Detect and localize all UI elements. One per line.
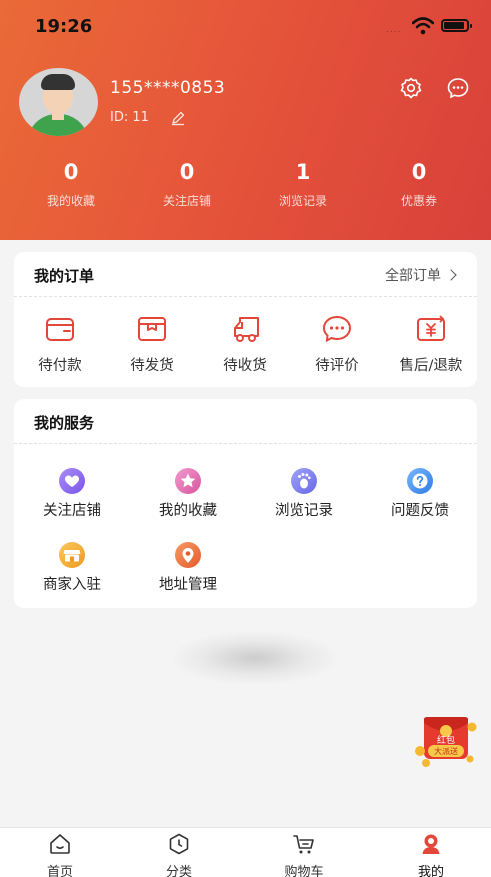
orders-title: 我的订单 <box>34 267 95 285</box>
tab-cart[interactable]: 购物车 <box>259 832 349 877</box>
service-label: 关注店铺 <box>43 503 101 519</box>
refund-icon <box>417 315 445 341</box>
order-pending-payment[interactable]: 待付款 <box>14 314 106 375</box>
tab-home[interactable]: 首页 <box>15 832 105 877</box>
stat-favorites[interactable]: 0 我的收藏 <box>21 160 121 209</box>
stat-value: 0 <box>63 160 79 184</box>
category-icon <box>169 833 189 855</box>
stat-label: 优惠券 <box>400 194 437 208</box>
service-label: 商家入驻 <box>43 577 101 593</box>
profile-icon <box>422 834 440 854</box>
stat-value: 0 <box>411 160 427 184</box>
location-icon <box>175 542 201 568</box>
promo-line1: 红包 <box>437 734 455 746</box>
truck-icon <box>234 317 259 342</box>
profile-header: 19:26 .... 155****0853 ID: 11 0 我的收藏 0 关 <box>0 0 491 240</box>
comment-icon <box>322 315 352 343</box>
services-card: 我的服务 关注店铺 我的收藏 浏览记录 问题反馈 商家入驻 地址管理 <box>14 399 477 608</box>
tab-label: 购物车 <box>284 865 324 877</box>
order-label: 待收货 <box>223 358 267 374</box>
user-id: ID: 11 <box>110 110 149 125</box>
service-label: 我的收藏 <box>159 503 217 519</box>
order-after-sales[interactable]: 售后/退款 <box>385 314 477 375</box>
stat-label: 关注店铺 <box>162 194 211 208</box>
red-packet-icon: 红包 大派送 <box>415 717 477 767</box>
red-packet-promo[interactable]: 红包 大派送 <box>414 713 478 769</box>
service-favorites[interactable]: 我的收藏 <box>130 467 246 520</box>
all-orders-label: 全部订单 <box>385 268 441 284</box>
avatar[interactable] <box>19 68 98 136</box>
service-feedback[interactable]: 问题反馈 <box>362 467 478 520</box>
battery-icon <box>441 19 472 32</box>
heart-icon <box>59 468 85 494</box>
order-pending-review[interactable]: 待评价 <box>291 314 383 375</box>
order-label: 待发货 <box>130 358 174 374</box>
order-label: 待付款 <box>38 358 82 374</box>
stat-value: 0 <box>179 160 195 184</box>
wifi-icon <box>412 17 434 35</box>
service-label: 地址管理 <box>159 577 217 593</box>
footprint-icon <box>291 468 317 494</box>
status-bar: 19:26 .... <box>0 0 491 50</box>
shop-icon <box>59 542 85 568</box>
settings-icon[interactable] <box>399 76 423 100</box>
user-phone: 155****0853 <box>110 78 226 98</box>
service-address[interactable]: 地址管理 <box>130 541 246 594</box>
order-label: 待评价 <box>315 358 359 374</box>
order-pending-receipt[interactable]: 待收货 <box>199 314 291 375</box>
service-history[interactable]: 浏览记录 <box>246 467 362 520</box>
tab-profile[interactable]: 我的 <box>386 832 476 877</box>
service-merchant-join[interactable]: 商家入驻 <box>14 541 130 594</box>
tab-category[interactable]: 分类 <box>134 832 224 877</box>
cart-icon <box>293 835 314 854</box>
home-icon <box>50 834 70 854</box>
divider <box>14 296 477 297</box>
status-time: 19:26 <box>35 16 93 37</box>
stat-followed-shops[interactable]: 0 关注店铺 <box>137 160 237 209</box>
order-label: 售后/退款 <box>399 358 463 374</box>
service-followed-shops[interactable]: 关注店铺 <box>14 467 130 520</box>
order-pending-shipment[interactable]: 待发货 <box>106 314 198 375</box>
tab-label: 我的 <box>417 865 444 877</box>
stat-coupons[interactable]: 0 优惠券 <box>369 160 469 209</box>
stat-history[interactable]: 1 浏览记录 <box>253 160 353 209</box>
question-icon <box>407 468 433 494</box>
message-icon[interactable] <box>446 76 470 100</box>
blurred-content <box>175 632 335 684</box>
service-label: 浏览记录 <box>275 503 333 519</box>
stat-value: 1 <box>295 160 311 184</box>
chevron-right-icon <box>445 269 457 281</box>
promo-line2: 大派送 <box>434 746 458 756</box>
stat-label: 浏览记录 <box>278 194 327 208</box>
orders-card: 我的订单 全部订单 待付款 待发货 待收货 待评价 售后/退款 <box>14 252 477 387</box>
all-orders-link[interactable]: 全部订单 <box>385 265 457 285</box>
services-title: 我的服务 <box>34 414 95 432</box>
tab-label: 首页 <box>46 865 73 877</box>
bottom-tab-bar: 首页 分类 购物车 我的 <box>0 827 491 877</box>
divider <box>14 443 477 444</box>
tab-label: 分类 <box>165 865 192 877</box>
signal-icon: .... <box>386 25 402 35</box>
service-label: 问题反馈 <box>391 503 449 519</box>
stat-label: 我的收藏 <box>46 194 95 208</box>
wallet-icon <box>46 318 74 341</box>
edit-icon[interactable] <box>170 110 186 126</box>
package-icon <box>138 317 166 341</box>
star-icon <box>175 468 201 494</box>
